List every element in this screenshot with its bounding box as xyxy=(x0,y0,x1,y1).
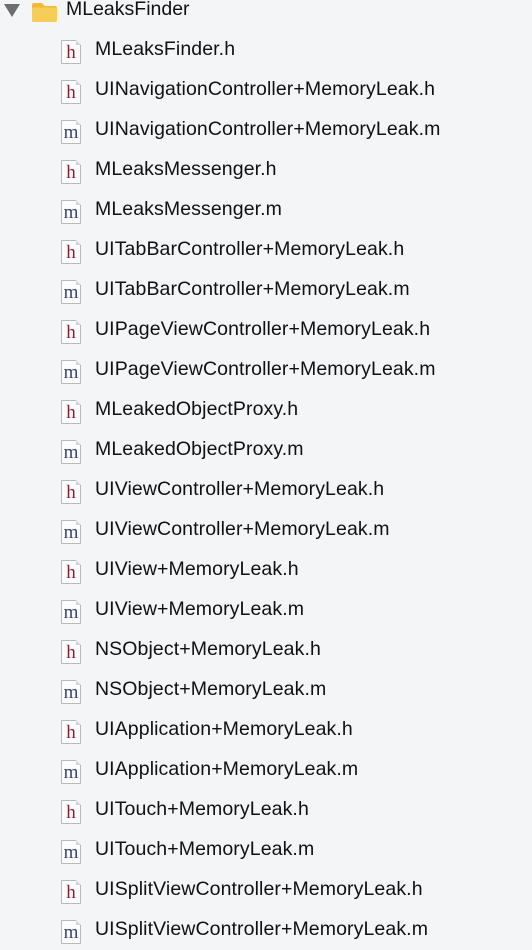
file-name: UISplitViewController+MemoryLeak.m xyxy=(95,918,429,940)
implementation-file-icon: m xyxy=(61,760,81,784)
file-name: UINavigationController+MemoryLeak.h xyxy=(95,78,436,100)
file-type-glyph: h xyxy=(66,162,76,183)
file-row[interactable]: m UITabBarController+MemoryLeak.m xyxy=(0,270,532,310)
header-file-icon: h xyxy=(61,800,81,824)
file-name: MLeakedObjectProxy.m xyxy=(95,438,304,460)
file-type-glyph: m xyxy=(63,842,79,863)
file-type-glyph: m xyxy=(63,922,79,943)
file-type-glyph: m xyxy=(63,442,79,463)
file-type-glyph: m xyxy=(63,282,79,303)
file-name: UINavigationController+MemoryLeak.m xyxy=(95,118,441,140)
file-type-glyph: m xyxy=(63,202,79,223)
file-row[interactable]: m NSObject+MemoryLeak.m xyxy=(0,670,532,710)
file-row[interactable]: m UIViewController+MemoryLeak.m xyxy=(0,510,532,550)
file-type-glyph: h xyxy=(66,882,76,903)
file-row[interactable]: h UITabBarController+MemoryLeak.h xyxy=(0,230,532,270)
file-type-glyph: m xyxy=(63,362,79,383)
file-row[interactable]: m UISplitViewController+MemoryLeak.m xyxy=(0,910,532,950)
file-type-glyph: h xyxy=(66,42,76,63)
group-row-mleaksfinder[interactable]: MLeaksFinder xyxy=(0,0,532,26)
header-file-icon: h xyxy=(61,720,81,744)
implementation-file-icon: m xyxy=(61,440,81,464)
file-type-glyph: h xyxy=(66,562,76,583)
file-row[interactable]: m MLeaksMessenger.m xyxy=(0,190,532,230)
header-file-icon: h xyxy=(61,480,81,504)
file-row[interactable]: m MLeakedObjectProxy.m xyxy=(0,430,532,470)
file-row[interactable]: m UIApplication+MemoryLeak.m xyxy=(0,750,532,790)
file-row[interactable]: h UINavigationController+MemoryLeak.h xyxy=(0,70,532,110)
header-file-icon: h xyxy=(61,320,81,344)
file-row[interactable]: h UIViewController+MemoryLeak.h xyxy=(0,470,532,510)
file-row[interactable]: m UIPageViewController+MemoryLeak.m xyxy=(0,350,532,390)
file-row[interactable]: h UITouch+MemoryLeak.h xyxy=(0,790,532,830)
file-name: UIApplication+MemoryLeak.m xyxy=(95,758,359,780)
implementation-file-icon: m xyxy=(61,600,81,624)
file-name: UIPageViewController+MemoryLeak.h xyxy=(95,318,431,340)
implementation-file-icon: m xyxy=(61,200,81,224)
file-name: UISplitViewController+MemoryLeak.h xyxy=(95,878,423,900)
file-type-glyph: h xyxy=(66,802,76,823)
file-type-glyph: h xyxy=(66,482,76,503)
file-type-glyph: h xyxy=(66,242,76,263)
implementation-file-icon: m xyxy=(61,840,81,864)
implementation-file-icon: m xyxy=(61,120,81,144)
implementation-file-icon: m xyxy=(61,680,81,704)
file-row[interactable]: h UIPageViewController+MemoryLeak.h xyxy=(0,310,532,350)
file-name: NSObject+MemoryLeak.h xyxy=(95,638,321,660)
file-row[interactable]: h MLeakedObjectProxy.h xyxy=(0,390,532,430)
file-row[interactable]: h UIView+MemoryLeak.h xyxy=(0,550,532,590)
project-navigator: MLeaksFinder h MLeaksFinder.h h UINavigatio… xyxy=(0,0,532,950)
header-file-icon: h xyxy=(61,80,81,104)
file-name: MLeaksMessenger.h xyxy=(95,158,277,180)
file-name: UITouch+MemoryLeak.h xyxy=(95,798,309,820)
file-name: UIViewController+MemoryLeak.m xyxy=(95,518,390,540)
file-name: UITouch+MemoryLeak.m xyxy=(95,838,315,860)
file-row[interactable]: m UINavigationController+MemoryLeak.m xyxy=(0,110,532,150)
file-name: NSObject+MemoryLeak.m xyxy=(95,678,327,700)
file-row[interactable]: m UITouch+MemoryLeak.m xyxy=(0,830,532,870)
header-file-icon: h xyxy=(61,160,81,184)
file-type-glyph: m xyxy=(63,522,79,543)
implementation-file-icon: m xyxy=(61,920,81,944)
file-name: MLeaksFinder.h xyxy=(95,38,236,60)
header-file-icon: h xyxy=(61,400,81,424)
file-type-glyph: m xyxy=(63,122,79,143)
file-name: UIApplication+MemoryLeak.h xyxy=(95,718,353,740)
header-file-icon: h xyxy=(61,880,81,904)
file-row[interactable]: h MLeaksFinder.h xyxy=(0,30,532,70)
file-name: UIPageViewController+MemoryLeak.m xyxy=(95,358,436,380)
implementation-file-icon: m xyxy=(61,520,81,544)
file-name: UITabBarController+MemoryLeak.m xyxy=(95,278,410,300)
header-file-icon: h xyxy=(61,40,81,64)
header-file-icon: h xyxy=(61,560,81,584)
header-file-icon: h xyxy=(61,640,81,664)
file-type-glyph: h xyxy=(66,82,76,103)
file-name: MLeakedObjectProxy.h xyxy=(95,398,299,420)
file-name: UIView+MemoryLeak.m xyxy=(95,598,305,620)
file-type-glyph: h xyxy=(66,722,76,743)
file-name: MLeaksMessenger.m xyxy=(95,198,283,220)
file-name: UIView+MemoryLeak.h xyxy=(95,558,299,580)
file-type-glyph: h xyxy=(66,642,76,663)
file-type-glyph: h xyxy=(66,322,76,343)
file-name: UIViewController+MemoryLeak.h xyxy=(95,478,385,500)
file-type-glyph: h xyxy=(66,402,76,423)
file-row[interactable]: h MLeaksMessenger.h xyxy=(0,150,532,190)
implementation-file-icon: m xyxy=(61,360,81,384)
file-type-glyph: m xyxy=(63,602,79,623)
file-name: UITabBarController+MemoryLeak.h xyxy=(95,238,405,260)
implementation-file-icon: m xyxy=(61,280,81,304)
file-row[interactable]: h UISplitViewController+MemoryLeak.h xyxy=(0,870,532,910)
file-row[interactable]: m UIView+MemoryLeak.m xyxy=(0,590,532,630)
header-file-icon: h xyxy=(61,240,81,264)
file-row[interactable]: h UIApplication+MemoryLeak.h xyxy=(0,710,532,750)
file-type-glyph: m xyxy=(63,682,79,703)
group-label: MLeaksFinder xyxy=(66,0,190,20)
file-type-glyph: m xyxy=(63,762,79,783)
file-row[interactable]: h NSObject+MemoryLeak.h xyxy=(0,630,532,670)
disclosure-triangle-icon[interactable] xyxy=(4,4,20,17)
folder-icon xyxy=(32,3,57,22)
